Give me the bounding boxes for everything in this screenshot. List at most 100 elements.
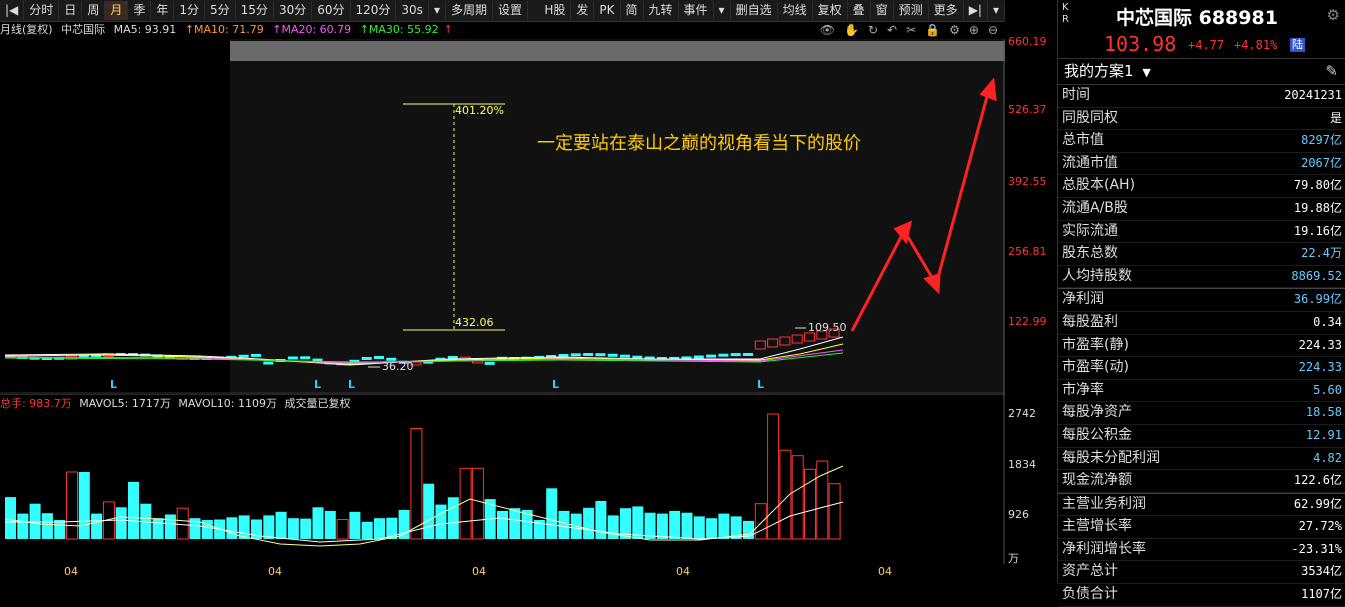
toolbar-item[interactable]: 月 [105, 1, 129, 20]
metric-value: 8297亿 [1301, 133, 1342, 148]
volume-bar [361, 521, 373, 539]
volume-chart[interactable] [0, 394, 1005, 564]
toolbar-item[interactable]: 多周期 [446, 1, 493, 20]
volume-bar [115, 507, 127, 539]
metric-label: 时间 [1062, 87, 1090, 103]
toolbar-item[interactable]: 120分 [351, 1, 397, 20]
volume-bar [29, 503, 41, 539]
toolbar-item[interactable]: 复权 [813, 1, 848, 20]
hand-icon[interactable]: ✋ [844, 21, 859, 39]
l-marker: L [348, 378, 355, 391]
toolbar-item[interactable]: 均线 [778, 1, 813, 20]
volume-bar [324, 510, 336, 539]
candle [583, 353, 594, 356]
volume-bar [17, 513, 29, 539]
metric-row: 市净率 5.60 [1058, 380, 1345, 403]
toolbar-item[interactable]: 预测 [894, 1, 929, 20]
candle [607, 353, 618, 357]
toolbar-item[interactable]: 1分 [174, 1, 206, 20]
metric-row: 流通A/B股 19.88亿 [1058, 198, 1345, 221]
eye-icon[interactable]: 👁 [820, 21, 835, 39]
metric-label: 资产总计 [1062, 563, 1118, 580]
toolbar-item[interactable]: 发 [571, 1, 595, 20]
refresh-icon[interactable]: ↻ [868, 21, 878, 39]
volume-bar [91, 513, 103, 539]
toolbar-item[interactable]: 窗 [871, 1, 894, 20]
candle [484, 361, 495, 365]
toolbar-item[interactable]: H股 [539, 1, 572, 20]
candle [570, 353, 581, 357]
toolbar-item[interactable]: 分时 [24, 1, 60, 20]
toolbar-item[interactable]: 设置 [493, 1, 528, 20]
price-tick: 392.55 [1008, 175, 1047, 188]
toolbar-item[interactable]: 15分 [236, 1, 274, 20]
metric-value: 12.91 [1305, 427, 1342, 442]
scissors-icon[interactable]: ✂ [906, 21, 916, 39]
metric-value: 224.33 [1298, 360, 1342, 375]
price-axis: 660.19 526.37 392.55 256.81 122.99 [1005, 35, 1057, 394]
volume-unit: 万 [1008, 552, 1019, 565]
price-chart[interactable]: 401.20% 432.06 一定要站在泰山之巅的视角看当下的股价 109.50… [0, 39, 1005, 394]
volume-bar [546, 488, 558, 539]
toolbar-item[interactable]: ▾ [988, 1, 1005, 20]
toolbar-item[interactable]: 30分 [274, 1, 313, 20]
period-toolbar: |◀ 分时日周月季年 1分 5分 15分 30分 60分 120分 30s ▾ 多周期 设置 H股发 PK… [0, 0, 1005, 22]
volume-bar [669, 510, 681, 539]
metric-row: 主营业务利润 62.99亿 [1058, 492, 1345, 517]
toolbar-item[interactable]: ▾ [429, 1, 446, 20]
toolbar-item[interactable]: 60分 [312, 1, 351, 20]
metric-label: 净利润 [1062, 291, 1104, 308]
toolbar-item[interactable]: 年 [151, 1, 175, 20]
undo-icon[interactable]: ↶ [887, 21, 897, 39]
volume-bar [300, 518, 312, 539]
toolbar-item[interactable]: 30s [396, 1, 429, 20]
volume-tick: 2742 [1008, 407, 1036, 420]
ma20-value: ↑MA20: 60.79 [272, 23, 352, 36]
indicator-row: 月线(复权) 中芯国际 MA5: 93.91 ↑MA10: 71.79 ↑MA2… [0, 21, 1005, 39]
x-tick: 04 [676, 565, 690, 578]
toolbar-item[interactable]: 5分 [205, 1, 236, 20]
plan-selector[interactable]: 我的方案1 ▼ ✎ [1058, 59, 1345, 85]
candle [263, 361, 274, 365]
gear-icon[interactable]: ⚙ [949, 21, 960, 39]
toolbar-item[interactable]: 日 [59, 1, 83, 20]
ma10-value: ↑MA10: 71.79 [184, 23, 264, 36]
volume-bar [509, 508, 521, 539]
volume-bar [656, 513, 668, 539]
settings-gear-icon[interactable]: ⚙ [1327, 6, 1340, 24]
metric-row: 净利润 36.99亿 [1058, 288, 1345, 312]
chevron-down-icon[interactable]: ▼ [1142, 66, 1150, 79]
toolbar-item[interactable]: 删自选 [731, 1, 778, 20]
zoom-out-icon[interactable]: ⊖ [988, 21, 998, 39]
volume-bar [595, 501, 607, 539]
ma30-value: ↑MA30: 55.92 [359, 23, 439, 36]
lock-icon[interactable]: 🔒 [925, 21, 940, 39]
toolbar-item[interactable]: ▾ [714, 1, 731, 20]
volume-bar [275, 511, 287, 539]
toolbar-item[interactable]: 叠 [848, 1, 871, 20]
volume-bar [718, 513, 730, 539]
blurred-bar [230, 41, 1005, 61]
toolbar-item[interactable]: 九转 [644, 1, 679, 20]
toolbar-item[interactable]: |◀ [0, 1, 25, 20]
volume-bar [238, 515, 250, 539]
toolbar-item[interactable]: 更多 [929, 1, 964, 20]
volume-bar [644, 512, 656, 539]
zoom-in-icon[interactable]: ⊕ [969, 21, 979, 39]
current-price: 103.98 [1104, 32, 1177, 56]
selection-overlay [230, 39, 1005, 394]
toolbar-item[interactable]: ▶| [964, 1, 988, 20]
edit-icon[interactable]: ✎ [1325, 59, 1338, 84]
metric-label: 人均持股数 [1062, 267, 1132, 284]
metric-value: 8869.52 [1291, 268, 1342, 283]
price-tick: 526.37 [1008, 103, 1047, 116]
metric-row: 资产总计 3534亿 [1058, 561, 1345, 585]
candle [251, 353, 261, 357]
toolbar-item[interactable]: 事件 [679, 1, 714, 20]
toolbar-item[interactable]: PK [594, 1, 621, 20]
metric-label: 市盈率(静) [1062, 336, 1129, 353]
toolbar-item[interactable]: 简 [621, 1, 644, 20]
toolbar-item[interactable]: 季 [128, 1, 152, 20]
metric-label: 股东总数 [1062, 245, 1118, 262]
toolbar-item[interactable]: 周 [82, 1, 106, 20]
